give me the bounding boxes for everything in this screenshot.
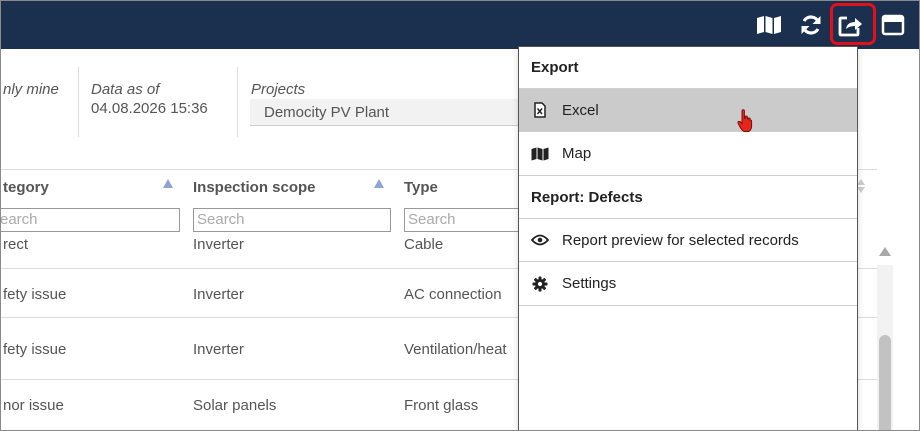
only-mine-filter[interactable]: nly mine [3, 81, 59, 98]
menu-item-map[interactable]: Map [519, 132, 857, 176]
table-cell: Inverter [193, 286, 244, 303]
scrollbar-thumb[interactable] [879, 335, 891, 430]
type-search-input[interactable]: Search [404, 208, 524, 232]
table-cell: Ventilation/heat [404, 341, 507, 358]
column-header-inspection-scope[interactable]: Inspection scope [193, 179, 316, 196]
column-header-type[interactable]: Type [404, 179, 438, 196]
table-cell: rect [3, 236, 29, 253]
table-cell: Cable [404, 236, 444, 253]
table-cell: Front glass [404, 397, 479, 414]
scroll-up-arrow-icon[interactable] [879, 247, 891, 256]
menu-header-export: Export [519, 47, 857, 89]
hand-cursor-icon [737, 109, 753, 138]
table-cell: AC connection [404, 286, 502, 303]
sort-asc-icon[interactable] [163, 179, 173, 188]
menu-item-label: Excel [562, 102, 599, 119]
category-search-input[interactable]: earch [1, 208, 180, 232]
export-dropdown-menu: Export Excel Map Report: Defects Report … [518, 46, 858, 430]
eye-icon [531, 231, 549, 249]
data-as-of-label: Data as of [91, 81, 160, 98]
menu-header-report: Report: Defects [519, 176, 857, 219]
menu-item-label: Map [562, 145, 592, 162]
divider [237, 67, 238, 137]
menu-item-excel[interactable]: Excel [519, 89, 857, 132]
menu-item-report-preview[interactable]: Report preview for selected records [519, 219, 857, 262]
map-icon [531, 145, 549, 163]
refresh-icon[interactable] [797, 11, 825, 39]
projects-select[interactable]: Democity PV Plant [250, 99, 530, 126]
table-cell: fety issue [3, 341, 67, 358]
table-cell: fety issue [3, 286, 67, 303]
map-icon[interactable] [755, 11, 783, 39]
table-cell: Solar panels [193, 397, 277, 414]
table-cell: Inverter [193, 236, 244, 253]
table-cell: Inverter [193, 341, 244, 358]
header-scroll-down-icon [857, 187, 865, 193]
gear-icon [531, 275, 549, 293]
top-toolbar [1, 1, 919, 49]
menu-item-label: Report preview for selected records [562, 232, 799, 249]
window-icon[interactable] [879, 11, 907, 39]
menu-item-settings[interactable]: Settings [519, 262, 857, 306]
export-button-highlight [830, 3, 876, 45]
data-as-of: Data as of 04.08.2026 15:36 [91, 81, 208, 117]
sort-asc-icon[interactable] [374, 179, 384, 188]
projects-filter: Projects [251, 81, 305, 98]
table-cell: nor issue [3, 397, 64, 414]
divider [78, 67, 79, 137]
header-scroll-up-icon [857, 179, 865, 185]
column-header-category[interactable]: tegory [3, 179, 49, 196]
excel-file-icon [531, 101, 549, 119]
data-as-of-value: 04.08.2026 15:36 [91, 100, 208, 117]
inspection-scope-search-input[interactable]: Search [193, 208, 391, 232]
projects-label: Projects [251, 81, 306, 98]
menu-item-label: Settings [562, 275, 617, 292]
app-window: nly mine Data as of 04.08.2026 15:36 Pro… [0, 0, 920, 431]
only-mine-label: nly mine [3, 81, 59, 98]
